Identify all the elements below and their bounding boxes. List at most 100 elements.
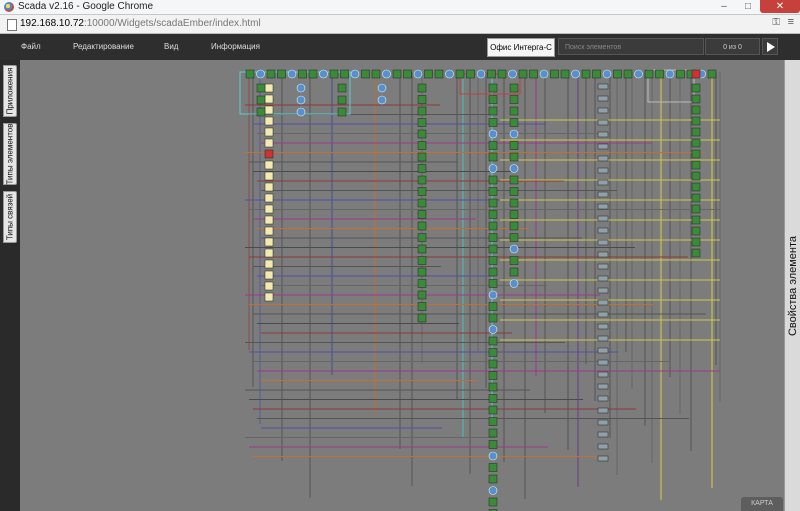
node-icon: [417, 302, 427, 311]
menu-info[interactable]: Информация: [211, 42, 260, 51]
node-icon: [296, 83, 306, 93]
node-icon: [488, 497, 498, 507]
node-icon: [337, 83, 347, 93]
node-icon: [377, 83, 387, 93]
tab-link-types[interactable]: Типы связей: [3, 191, 17, 243]
node-icon: [509, 210, 519, 219]
node-icon: [403, 69, 412, 79]
node-icon: [676, 69, 685, 79]
node-icon: [319, 69, 328, 79]
node-icon: [264, 215, 274, 225]
node-icon: [623, 69, 633, 79]
map-button[interactable]: КАРТА: [741, 497, 783, 511]
node-icon: [597, 419, 609, 426]
node-icon: [691, 138, 701, 148]
properties-label: Свойства элемента: [786, 235, 799, 336]
node-icon: [264, 160, 274, 170]
window-titlebar: Scada v2.16 - Google Chrome ‒ □ ✕: [0, 0, 800, 15]
node-icon: [597, 239, 609, 246]
node-icon: [337, 95, 347, 105]
node-icon: [264, 193, 274, 203]
minimize-button[interactable]: ‒: [712, 0, 736, 13]
node-icon: [488, 417, 498, 426]
node-icon: [417, 83, 427, 93]
node-icon: [488, 440, 498, 449]
node-icon: [597, 143, 609, 150]
node-icon: [509, 95, 519, 104]
search-counter: 0 из 0: [705, 38, 760, 55]
node-icon: [256, 95, 266, 105]
node-icon: [488, 371, 498, 380]
node-icon: [417, 164, 427, 173]
node-icon: [597, 251, 609, 258]
node-icon: [371, 69, 381, 79]
node-icon: [264, 259, 274, 269]
node-icon: [361, 69, 370, 79]
node-icon: [488, 359, 498, 369]
page-icon: [7, 19, 17, 31]
node-icon: [264, 182, 274, 192]
node-icon: [488, 244, 498, 254]
node-icon: [417, 279, 427, 288]
play-icon[interactable]: [762, 38, 778, 55]
tab-applications[interactable]: Приложения: [3, 65, 17, 117]
node-icon: [597, 107, 609, 114]
maximize-button[interactable]: □: [736, 0, 760, 13]
node-icon: [256, 107, 266, 117]
node-icon: [392, 69, 402, 79]
node-icon: [264, 292, 274, 302]
tab-element-types[interactable]: Типы элементов: [3, 123, 17, 185]
node-icon: [691, 182, 701, 192]
node-icon: [691, 116, 701, 126]
node-icon: [476, 69, 486, 79]
node-icon: [340, 69, 349, 79]
node-icon: [245, 69, 255, 79]
menu-edit[interactable]: Редактирование: [73, 42, 134, 51]
node-icon: [509, 118, 519, 127]
node-icon: [509, 152, 519, 162]
scheme-diagram[interactable]: [20, 60, 784, 511]
node-icon: [488, 221, 498, 231]
close-button[interactable]: ✕: [760, 0, 800, 13]
node-icon: [597, 383, 609, 390]
node-icon: [602, 69, 612, 79]
menu-view[interactable]: Вид: [164, 42, 178, 51]
node-icon: [488, 382, 498, 392]
node-icon: [613, 69, 622, 79]
node-icon: [264, 270, 274, 280]
node-icon: [597, 191, 609, 198]
node-icon: [509, 141, 519, 150]
node-icon: [434, 69, 444, 79]
node-icon: [597, 203, 609, 210]
node-icon: [488, 325, 498, 334]
node-icon: [691, 160, 701, 170]
node-icon: [264, 105, 274, 115]
node-icon: [417, 95, 427, 104]
node-icon: [488, 152, 498, 162]
node-icon: [509, 221, 519, 231]
office-button[interactable]: Офис Интерга-С: [487, 38, 555, 57]
node-icon: [644, 69, 654, 79]
url-text[interactable]: 192.168.10.72:10000/Widgets/scadaEmber/i…: [20, 18, 261, 29]
node-icon: [417, 267, 427, 277]
node-icon: [417, 233, 427, 242]
node-icon: [488, 118, 498, 127]
search-input[interactable]: Поиск элементов: [558, 38, 704, 55]
node-icon: [597, 287, 609, 294]
node-icon: [487, 69, 496, 79]
node-icon: [264, 248, 274, 258]
node-icon: [417, 118, 427, 127]
node-icon: [539, 69, 549, 79]
node-icon: [413, 69, 423, 79]
node-icon: [509, 279, 519, 288]
menu-icon[interactable]: ≡: [788, 16, 794, 28]
node-icon: [571, 69, 580, 79]
address-bar[interactable]: 192.168.10.72:10000/Widgets/scadaEmber/i…: [0, 15, 800, 34]
node-icon: [417, 221, 427, 231]
node-icon: [264, 149, 274, 159]
properties-panel-tab[interactable]: Свойства элемента: [784, 60, 800, 511]
scheme-canvas[interactable]: [20, 60, 784, 511]
menu-file[interactable]: Файл: [21, 42, 41, 51]
node-icon: [509, 244, 519, 254]
key-icon[interactable]: ⚿: [772, 17, 780, 28]
